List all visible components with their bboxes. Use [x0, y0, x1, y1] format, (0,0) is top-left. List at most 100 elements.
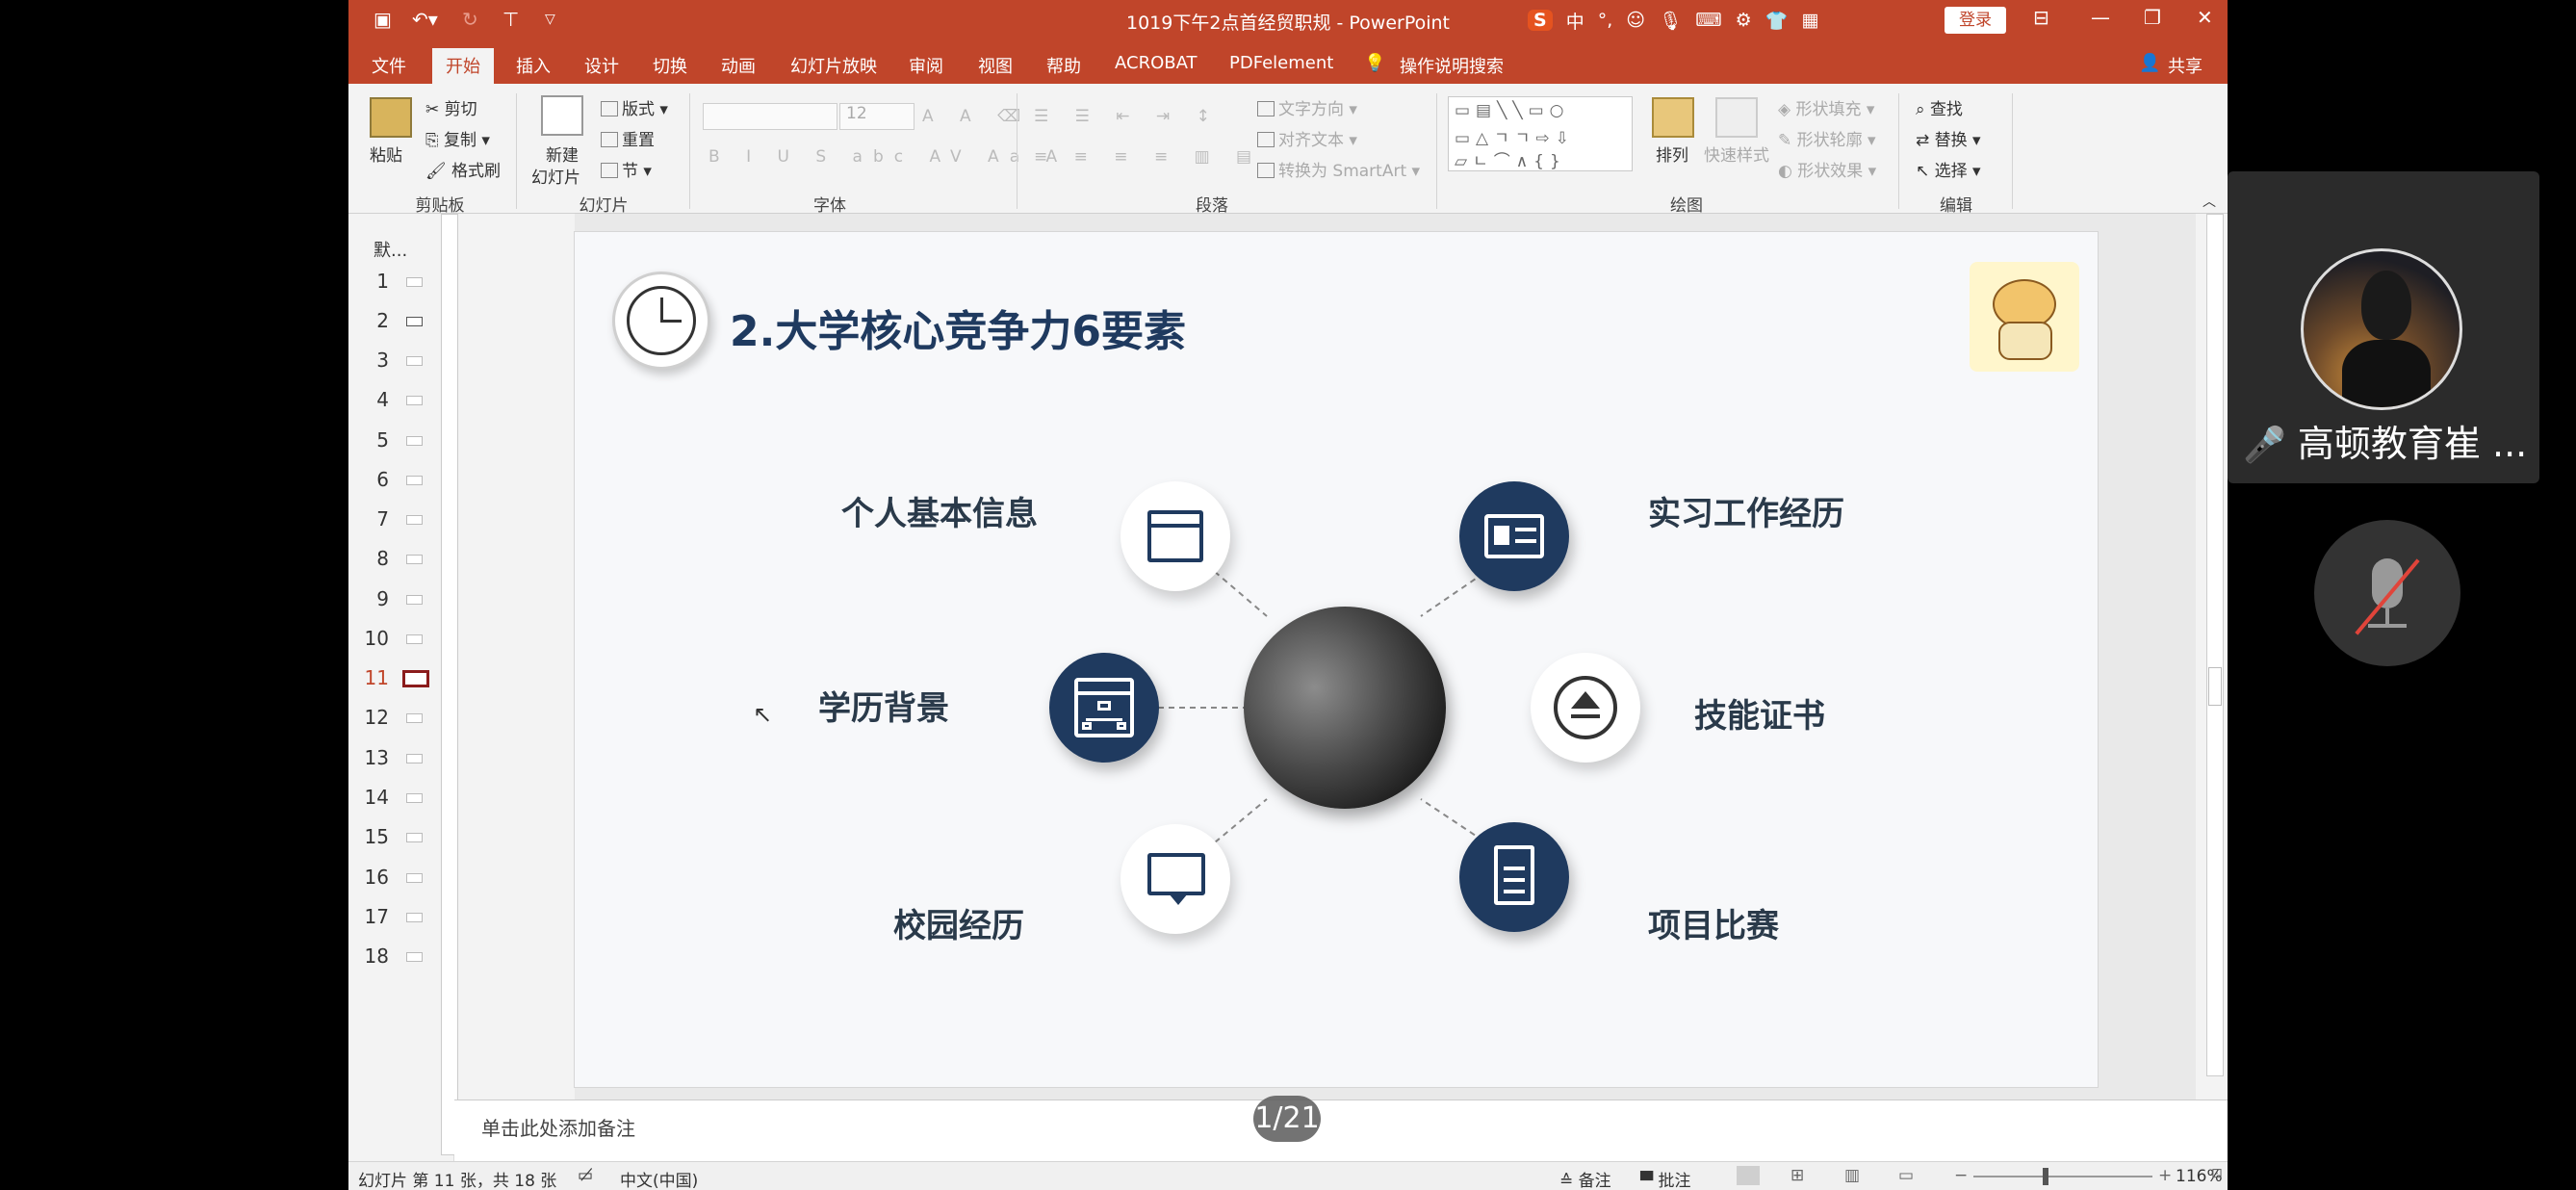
slide-scrollbar[interactable] — [2206, 214, 2224, 1076]
tab-animations[interactable]: 动画 — [721, 53, 756, 78]
ime-mode[interactable]: 中 — [1566, 8, 1584, 34]
close-icon[interactable]: ✕ — [2197, 6, 2213, 29]
label-personal-info[interactable]: 个人基本信息 — [841, 487, 1038, 534]
thumbnail-number: 1 — [376, 270, 389, 293]
zoom-out-icon[interactable]: − — [1954, 1166, 1968, 1185]
toolbox-icon[interactable]: ⚙ — [1736, 10, 1752, 31]
ime-punct[interactable]: °, — [1598, 10, 1613, 31]
font-family-combo[interactable] — [703, 103, 837, 130]
cut-button[interactable]: ✂ 剪切 — [425, 95, 477, 119]
notes-toggle-label: 备注 — [1578, 1172, 1611, 1190]
tab-help[interactable]: 帮助 — [1046, 53, 1081, 78]
alignment-icons[interactable]: ≡ ≡ ≡ ≡ ▥ ▤ — [1034, 147, 1262, 167]
new-slide-label-1[interactable]: 新建 — [546, 142, 579, 166]
layout-button[interactable]: 版式 ▾ — [601, 95, 668, 119]
collapse-ribbon-icon[interactable]: ︿ — [2202, 192, 2216, 211]
spellcheck-icon[interactable]: ▭̸ — [578, 1166, 593, 1185]
new-slide-label-2[interactable]: 幻灯片 — [531, 164, 580, 188]
copy-button[interactable]: ⎘ 复制 ▾ — [425, 126, 490, 150]
new-slide-icon[interactable] — [541, 95, 583, 136]
label-campus-experience[interactable]: 校园经历 — [893, 899, 1024, 946]
skin-icon[interactable]: 👕 — [1765, 10, 1789, 32]
font-format-icons[interactable]: B I U S abc AV Aa A — [708, 147, 1068, 167]
restore-icon[interactable]: ❐ — [2144, 6, 2161, 29]
arrange-button[interactable]: 排列 — [1656, 142, 1688, 166]
paste-button[interactable]: 粘贴 — [370, 142, 402, 166]
share-button[interactable]: 共享 — [2168, 53, 2202, 78]
slideshow-icon[interactable]: ▭ — [1898, 1166, 1914, 1185]
person-icon: 👤 — [2139, 53, 2161, 73]
format-painter-button[interactable]: 🖌 格式刷 — [425, 157, 501, 181]
notes-pane[interactable] — [454, 1099, 2228, 1161]
format-painter-label: 格式刷 — [451, 162, 501, 181]
sitemap-icon — [1049, 653, 1159, 763]
tab-acrobat[interactable]: ACROBAT — [1115, 53, 1198, 73]
tab-review[interactable]: 审阅 — [909, 53, 943, 78]
language-indicator[interactable]: 中文(中国) — [620, 1167, 698, 1190]
find-button[interactable]: ⌕ 查找 — [1916, 95, 1963, 119]
notes-toggle[interactable]: ≙ 备注 — [1559, 1167, 1611, 1190]
thumbnail-number: 10 — [364, 627, 389, 650]
quick-styles-button[interactable]: 快速样式 — [1704, 142, 1769, 166]
thumbnail-number: 6 — [376, 468, 389, 491]
reading-view-icon[interactable]: ▥ — [1844, 1166, 1860, 1185]
smartart-button[interactable]: 转换为 SmartArt ▾ — [1257, 157, 1420, 181]
comments-toggle[interactable]: ▀ 批注 — [1640, 1167, 1690, 1190]
shape-fill-button[interactable]: ◈ 形状填充 ▾ — [1778, 95, 1874, 119]
notes-placeholder[interactable]: 单击此处添加备注 — [481, 1113, 635, 1141]
tab-home[interactable]: 开始 — [432, 48, 494, 84]
reset-icon — [601, 132, 618, 147]
thumbnail-scrollbar[interactable] — [441, 214, 458, 1155]
reset-button[interactable]: 重置 — [601, 126, 655, 150]
font-grow-shrink-icons[interactable]: A A ⌫ — [922, 107, 1031, 126]
replace-button[interactable]: ⇄ 替换 ▾ — [1916, 126, 1981, 150]
label-education-background[interactable]: 学历背景 — [818, 682, 949, 729]
slide-sorter-icon[interactable]: ⊞ — [1790, 1166, 1804, 1185]
keyboard-icon[interactable]: ⌨ — [1695, 10, 1721, 31]
tab-slideshow[interactable]: 幻灯片放映 — [790, 53, 877, 78]
zoom-slider[interactable] — [1973, 1168, 2152, 1185]
thumbnail-image — [406, 476, 423, 485]
cut-label: 剪切 — [444, 100, 477, 119]
tab-transitions[interactable]: 切换 — [653, 53, 687, 78]
minimize-icon[interactable]: — — [2091, 6, 2110, 29]
grid-icon[interactable]: ▦ — [1801, 10, 1818, 31]
tab-file[interactable]: 文件 — [372, 53, 406, 78]
tab-pdfelement[interactable]: PDFelement — [1229, 53, 1333, 73]
thumbnail-number: 17 — [364, 905, 389, 928]
arrange-icon[interactable] — [1652, 97, 1694, 138]
label-internship-experience[interactable]: 实习工作经历 — [1648, 487, 1844, 534]
tab-design[interactable]: 设计 — [584, 53, 619, 78]
normal-view-icon[interactable] — [1737, 1166, 1760, 1185]
scroll-thumb[interactable] — [2208, 667, 2222, 706]
shape-effects-label: 形状效果 — [1797, 162, 1864, 181]
quick-styles-icon[interactable] — [1715, 97, 1758, 138]
comment-icon: ▀ — [1640, 1172, 1659, 1190]
text-direction-button[interactable]: 文字方向 ▾ — [1257, 95, 1357, 119]
shape-effects-button[interactable]: ◐ 形状效果 ▾ — [1778, 157, 1876, 181]
tab-view[interactable]: 视图 — [978, 53, 1013, 78]
zoom-slider-thumb[interactable] — [2043, 1168, 2048, 1185]
ribbon-display-icon[interactable]: ⊟ — [2033, 6, 2049, 29]
mute-toggle-button[interactable] — [2314, 520, 2460, 666]
tab-insert[interactable]: 插入 — [516, 53, 551, 78]
emoji-icon[interactable]: ☺ — [1626, 10, 1645, 31]
zoom-in-icon[interactable]: + — [2158, 1166, 2172, 1185]
shapes-gallery[interactable]: ▭▤╲╲▭○ ▭△ㄱㄱ⇨⇩ ▱ㄴ⌒∧{} — [1448, 96, 1633, 171]
section-button[interactable]: 节 ▾ — [601, 157, 652, 181]
paste-icon[interactable] — [370, 97, 412, 138]
tell-me-search[interactable]: 操作说明搜索 — [1400, 53, 1504, 78]
align-text-button[interactable]: 对齐文本 ▾ — [1257, 126, 1357, 150]
label-project-competitions[interactable]: 项目比赛 — [1648, 899, 1779, 946]
microphone-icon: 🎤 — [2243, 426, 2286, 465]
label-skill-certificates[interactable]: 技能证书 — [1694, 689, 1825, 737]
font-size-combo[interactable]: 12 — [839, 103, 914, 130]
divider — [516, 93, 517, 209]
select-button[interactable]: ↖ 选择 ▾ — [1916, 157, 1981, 181]
shape-outline-button[interactable]: ✎ 形状轮廓 ▾ — [1778, 126, 1876, 150]
mic-icon[interactable]: 🎙 — [1659, 10, 1682, 32]
fit-slide-icon[interactable]: ⊡ — [2211, 1166, 2223, 1181]
align-text-label: 对齐文本 — [1278, 131, 1344, 150]
login-button[interactable]: 登录 — [1945, 7, 2006, 34]
list-indent-icons[interactable]: ☰ ☰ ⇤ ⇥ ↕ — [1034, 107, 1221, 126]
